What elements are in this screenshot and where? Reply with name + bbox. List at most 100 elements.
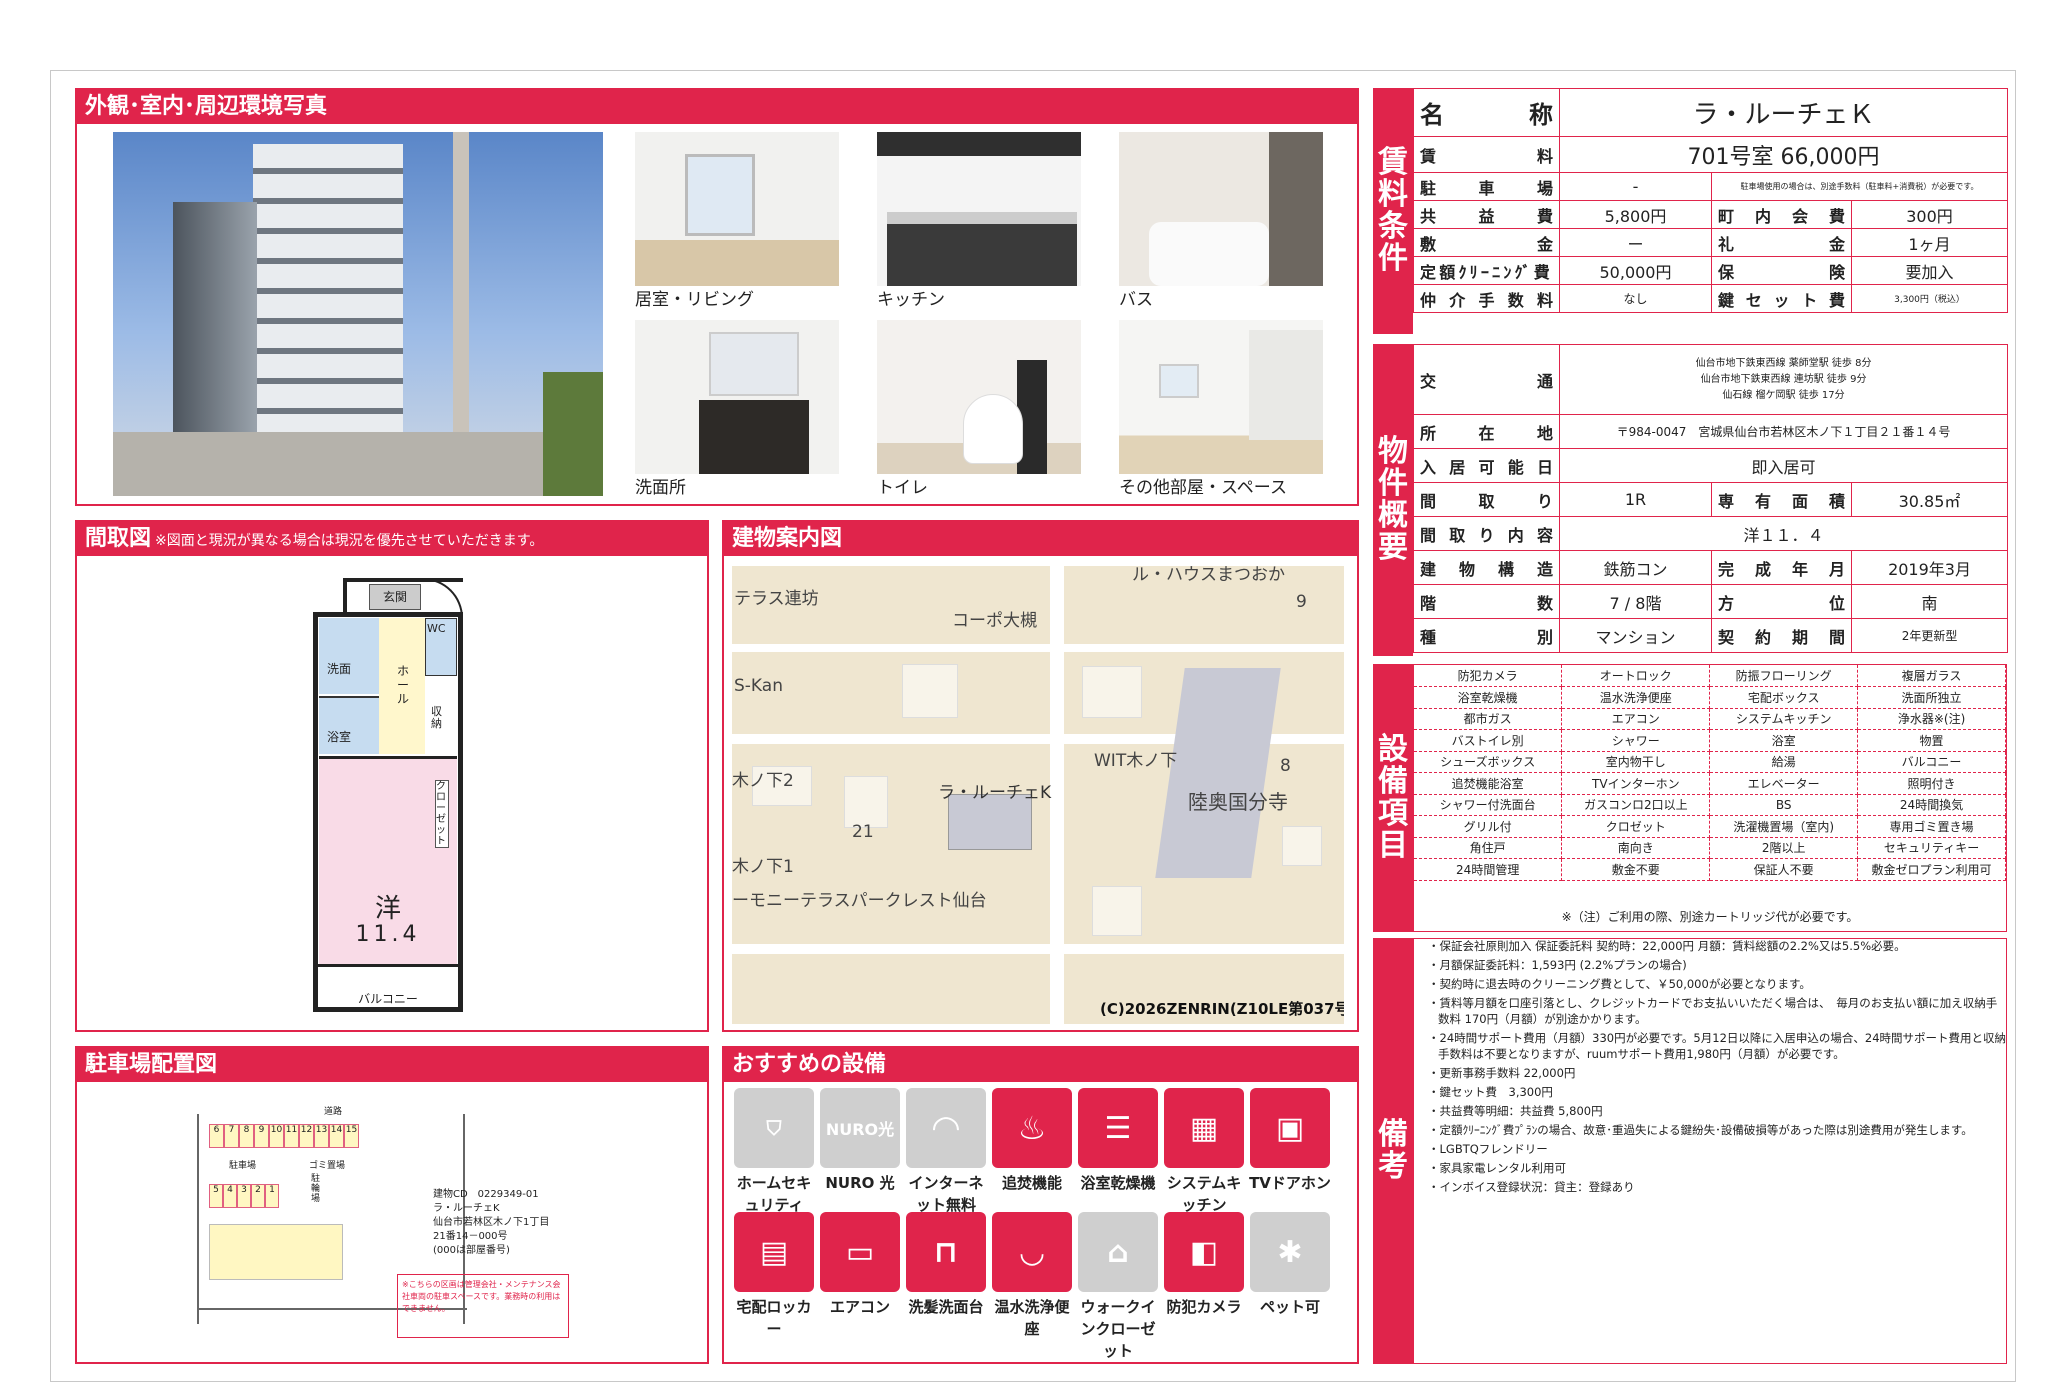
shampoo-vanity-icon: ⊓	[906, 1212, 986, 1292]
caption-other-space: その他部屋・スペース	[1119, 478, 1287, 498]
system-kitchen-icon: ▦	[1164, 1088, 1244, 1168]
remark-item: ・LGBTQフレンドリー	[1428, 1142, 1548, 1156]
structure-value: 鉄筋コン	[1559, 550, 1712, 585]
remark-item: ・定額ｸﾘｰﾆﾝｸﾞ費ﾌﾟﾗﾝの場合、故意･重過失による鍵紛失･設備破損等があっ…	[1428, 1123, 1973, 1137]
built-value: 2019年3月	[1850, 550, 2009, 585]
equipment-item: システムキッチン	[1709, 708, 1859, 730]
deposit-value: ー	[1559, 228, 1712, 257]
rent-value: 701号室 66,000円	[1558, 136, 2009, 173]
area-map[interactable]: テラス連坊 コーポ大槻 S-Kan ル・ハウスまつおか WIT木ノ下 陸奥国分寺…	[732, 566, 1344, 1024]
remark-item: ・共益費等明細：共益費 5,800円	[1428, 1104, 1603, 1118]
map-label-kinoshita1: 木ノ下1	[732, 857, 794, 877]
map-label-harmony: ーモニーテラスパークレスト仙台	[732, 891, 987, 911]
pet-icon: ✱	[1250, 1212, 1330, 1292]
equipment-note: ※（注）ご利用の際、別途カートリッジ代が必要です。	[1561, 910, 1859, 924]
map-panel: 建物案内図 テラス連坊 コーポ大槻 S-Kan ル・ハウスまつおか WIT木ノ下…	[722, 520, 1359, 1032]
remark-item: ・契約時に退去時のクリーニング費として、￥50,000が必要となります。	[1428, 977, 1811, 991]
amenity-tv-intercom: TVドアホン	[1249, 1174, 1331, 1192]
map-label-corpo: コーポ大槻	[952, 611, 1037, 631]
bath-photo[interactable]	[1119, 132, 1323, 286]
amenity-pet: ペット可	[1259, 1298, 1320, 1316]
equipment-item: 洗面所独立	[1857, 686, 2006, 709]
equipment-item: 室内物干し	[1561, 751, 1711, 773]
parking-title: 駐車場配置図	[77, 1048, 707, 1082]
other-space-photo[interactable]	[1119, 320, 1323, 474]
layout-key: 間取り	[1413, 482, 1560, 517]
equipment-item: セキュリティキー	[1857, 837, 2006, 859]
equipment-item: 24時間換気	[1857, 794, 2006, 816]
tv-intercom-icon: ▣	[1250, 1088, 1330, 1168]
equipment-item: 敷金不要	[1561, 858, 1711, 881]
move-in-value: 即入居可	[1558, 448, 2009, 483]
floorplan-header: 間取図 ※図面と現況が異なる場合は現況を優先させていただきます。	[77, 522, 707, 556]
deposit-key: 敷金	[1413, 228, 1560, 257]
toilet-photo[interactable]	[877, 320, 1081, 474]
floorplan-title: 間取図	[85, 526, 152, 551]
parking-key: 駐車場	[1413, 172, 1560, 201]
storage-label: 収納	[431, 705, 442, 730]
floor-key: 階数	[1413, 584, 1560, 619]
equipment-box: 防犯カメラ オートロック 防振フローリング 複層ガラス 浴室乾燥機 温水洗浄便座 宅配ボック…	[1413, 664, 2007, 932]
key-money-key: 礼金	[1711, 228, 1852, 257]
security-camera-icon: ◧	[1164, 1212, 1244, 1292]
term-value: 2年更新型	[1850, 618, 2009, 653]
equipment-item: TVインターホン	[1561, 772, 1711, 795]
cleaning-key: 定額ｸﾘｰﾆﾝｸﾞ費	[1413, 256, 1560, 285]
equipment-item: 温水洗浄便座	[1561, 686, 1711, 709]
equipment-row: バストイレ別 シャワー 浴室 物置	[1414, 729, 2006, 752]
living-photo[interactable]	[635, 132, 839, 286]
address-value: 〒984-0047 宮城県仙台市若林区木ノ下１丁目２１番１４号	[1558, 414, 2009, 449]
rent-key: 賃 料	[1413, 136, 1560, 173]
exterior-photo[interactable]	[113, 132, 603, 496]
washlet-icon: ◡	[992, 1212, 1072, 1292]
map-label-8: 8	[1280, 756, 1291, 776]
amenity-air-conditioner: エアコン	[829, 1298, 890, 1316]
washroom-photo[interactable]	[635, 320, 839, 474]
amenity-system-kitchen: システムキッチン	[1166, 1174, 1242, 1214]
amenity-washlet: 温水洗浄便座	[994, 1298, 1070, 1338]
amenity-reheat: 追焚機能	[1001, 1174, 1062, 1192]
amenity-security-camera: 防犯カメラ	[1166, 1298, 1242, 1316]
town-fee-key: 町内会費	[1711, 200, 1852, 229]
caption-kitchen: キッチン	[877, 290, 945, 310]
type-value: マンション	[1559, 618, 1712, 653]
cleaning-value: 50,000円	[1559, 256, 1712, 285]
map-label-kinoshita2: 木ノ下2	[732, 771, 794, 791]
equipment-item: エアコン	[1561, 708, 1711, 730]
main-room-size: 11.4	[355, 922, 421, 947]
amenity-panel: おすすめの設備 ⛉ NURO光 ◠ ♨ ☰ ▦ ▣ ホームセキュリティ NURO…	[722, 1046, 1359, 1364]
map-label-temple: 陸奥国分寺	[1188, 790, 1288, 814]
layout-detail-key: 間取り内容	[1413, 516, 1560, 551]
move-in-key: 入居可能日	[1413, 448, 1560, 483]
caption-bath: バス	[1119, 290, 1153, 310]
equipment-item: 給湯	[1709, 751, 1859, 773]
equipment-side-label: 設備項目	[1373, 664, 1413, 932]
remark-item: ・保証会社原則加入 保証委託料 契約時：22,000円 月額：賃料総額の2.2%…	[1428, 939, 1906, 953]
closet-label: クローゼット	[435, 780, 449, 848]
photos-panel: 外観･室内･周辺環境写真 居室・リビング キッチン バス 洗面所 トイレ その他…	[75, 88, 1359, 506]
remark-item: ・賃料等月額を口座引落とし、クレジットカードでお支払いいただく場合は、 毎月のお…	[1428, 996, 1998, 1026]
kitchen-photo[interactable]	[877, 132, 1081, 286]
floorplan-panel: 間取図 ※図面と現況が異なる場合は現況を優先させていただきます。 玄関 洗面 浴室…	[75, 520, 709, 1032]
equipment-row: 24時間管理 敷金不要 保証人不要 敷金ゼロプラン利用可	[1414, 858, 2006, 881]
equipment-row: 追焚機能浴室 TVインターホン エレベーター 照明付き	[1414, 772, 2006, 795]
equipment-item: 角住戸	[1414, 837, 1563, 859]
home-security-icon: ⛉	[734, 1088, 814, 1168]
parking-road-label: 道路	[323, 1107, 342, 1117]
rent-table: 名 称ラ・ルーチェＫ 賃 料 701号室 66,000円 駐車場 - 駐車場使用の場合…	[1413, 88, 2009, 313]
delivery-locker-icon: ▤	[734, 1212, 814, 1292]
floorplan-drawing[interactable]: 玄関 洗面 浴室 ホール WC 収納 クローゼット 洋 11.4 バルコニー	[313, 578, 479, 1012]
amenity-shampoo-vanity: 洗髪洗面台	[908, 1298, 984, 1316]
remark-item: ・24時間サポート費用（月額）330円が必要です。5月12日以降に入居申込の場合…	[1428, 1031, 2007, 1061]
map-label-skan: S-Kan	[734, 676, 783, 696]
bath-dryer-icon: ☰	[1078, 1088, 1158, 1168]
equipment-item: 追焚機能浴室	[1414, 772, 1563, 795]
key-set-key: 鍵セット費	[1711, 284, 1852, 313]
caption-living: 居室・リビング	[635, 290, 754, 310]
equipment-item: 24時間管理	[1414, 858, 1563, 881]
type-key: 種別	[1413, 618, 1560, 653]
equipment-row: グリル付 クロゼット 洗濯機置場（室内) 専用ゴミ置き場	[1414, 815, 2006, 838]
caption-toilet: トイレ	[877, 478, 928, 498]
parking-info: 建物CD 0229349-01 ラ・ルーチェK 仙台市若林区木ノ下1丁目 21番14－…	[433, 1189, 550, 1256]
map-label-9: 9	[1296, 592, 1307, 612]
